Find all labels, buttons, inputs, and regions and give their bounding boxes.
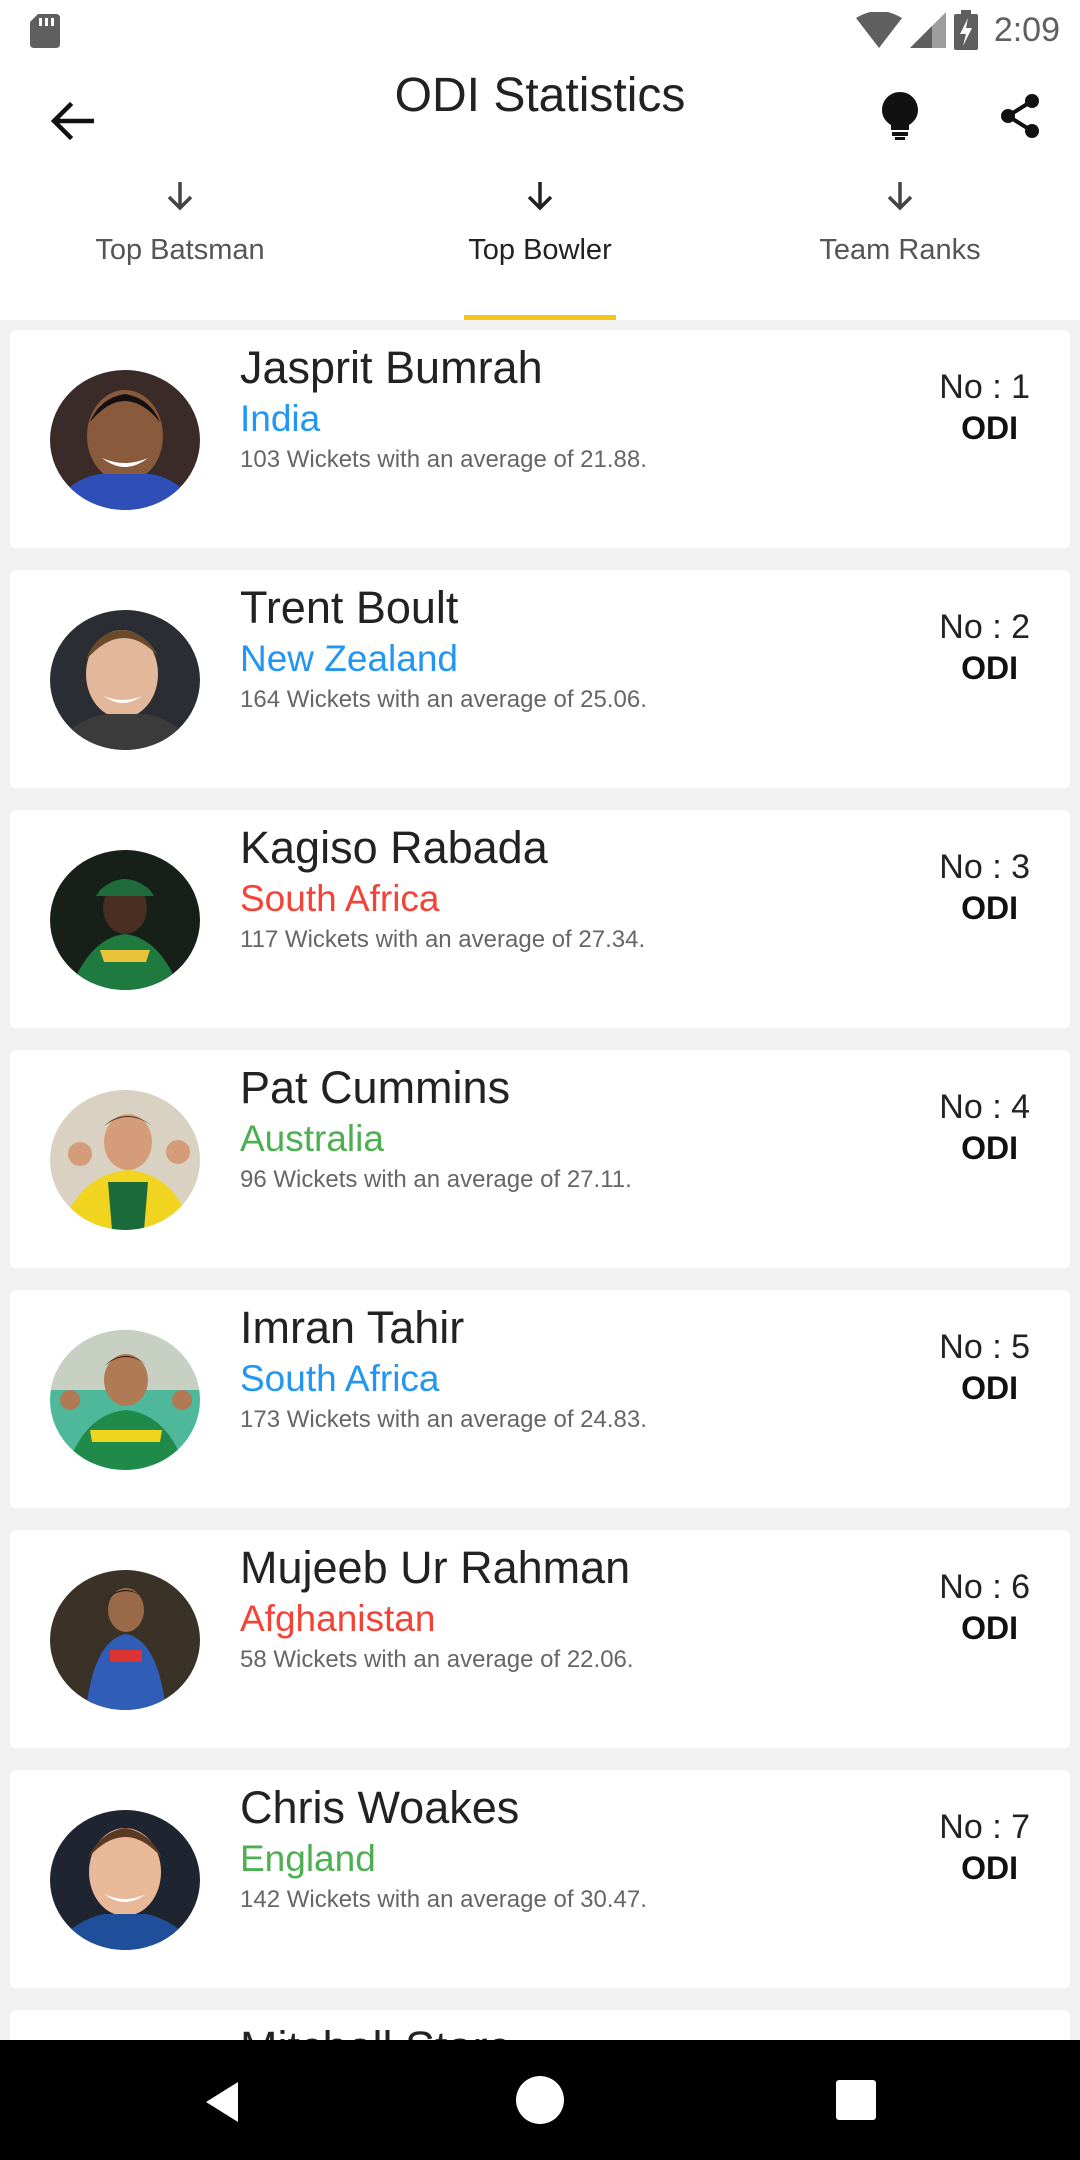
player-avatar — [50, 1810, 200, 1950]
player-name: Jasprit Bumrah — [240, 342, 543, 393]
nav-back-icon[interactable] — [200, 2078, 248, 2126]
rank-number: No : 4 — [939, 1088, 1030, 1126]
share-button[interactable] — [984, 80, 1056, 152]
player-country: South Africa — [240, 878, 440, 919]
player-name: Trent Boult — [240, 582, 459, 633]
player-stats: 96 Wickets with an average of 27.11. — [240, 1166, 632, 1193]
player-avatar — [50, 1330, 200, 1470]
arrow-down-icon — [527, 182, 553, 211]
tab-indicator — [464, 315, 616, 320]
player-country: South Africa — [240, 1358, 440, 1399]
rank-number: No : 1 — [939, 368, 1030, 406]
list-item[interactable]: Trent Boult New Zealand 164 Wickets with… — [10, 570, 1070, 788]
tips-button[interactable] — [864, 80, 936, 152]
player-country: Australia — [240, 1118, 384, 1159]
rank-number: No : 5 — [939, 1328, 1030, 1366]
tab-bar: Top Batsman Top Bowler Team Ranks — [0, 172, 1080, 320]
player-country: India — [240, 398, 321, 439]
player-stats: 142 Wickets with an average of 30.47. — [240, 1886, 647, 1913]
player-country: New Zealand — [240, 638, 459, 679]
list-item[interactable]: Kagiso Rabada South Africa 117 Wickets w… — [10, 810, 1070, 1028]
player-name: Chris Woakes — [240, 1782, 520, 1833]
lightbulb-icon — [882, 92, 918, 140]
player-avatar — [50, 850, 200, 990]
list-item[interactable]: Pat Cummins Australia 96 Wickets with an… — [10, 1050, 1070, 1268]
rank-format: ODI — [961, 410, 1018, 446]
sd-card-icon — [30, 14, 60, 48]
share-icon — [1001, 94, 1039, 138]
nav-recents-icon[interactable] — [836, 2080, 876, 2120]
player-avatar — [50, 370, 200, 510]
player-name: Imran Tahir — [240, 1302, 465, 1353]
wifi-icon — [855, 12, 902, 48]
player-stats: 173 Wickets with an average of 24.83. — [240, 1406, 647, 1433]
player-avatar — [50, 1090, 200, 1230]
tab-indicator — [824, 315, 976, 320]
player-stats: 164 Wickets with an average of 25.06. — [240, 686, 647, 713]
status-bar: 2:09 — [0, 0, 1080, 60]
arrow-down-icon — [887, 182, 913, 211]
player-country: Afghanistan — [240, 1598, 436, 1639]
rank-format: ODI — [961, 890, 1018, 926]
tab-label: Top Bowler — [468, 234, 612, 266]
player-country: England — [240, 1838, 376, 1879]
battery-charging-icon — [953, 10, 978, 50]
nav-home-icon[interactable] — [516, 2076, 564, 2124]
rank-number: No : 7 — [939, 1808, 1030, 1846]
player-name: Mujeeb Ur Rahman — [240, 1542, 631, 1593]
rank-number: No : 3 — [939, 848, 1030, 886]
player-name: Pat Cummins — [240, 1062, 511, 1113]
arrow-down-icon — [167, 182, 193, 211]
player-avatar — [50, 1570, 200, 1710]
player-stats: 58 Wickets with an average of 22.06. — [240, 1646, 634, 1673]
player-stats: 117 Wickets with an average of 27.34. — [240, 926, 646, 953]
rank-format: ODI — [961, 1370, 1018, 1406]
rank-format: ODI — [961, 1850, 1018, 1886]
list-item[interactable]: Mujeeb Ur Rahman Afghanistan 58 Wickets … — [10, 1530, 1070, 1748]
tab-label: Top Batsman — [95, 234, 265, 266]
rank-number: No : 2 — [939, 608, 1030, 646]
tab-label: Team Ranks — [819, 234, 981, 266]
app-bar: ODI Statistics Top Batsman Top Bowler Te… — [0, 60, 1080, 320]
player-avatar — [50, 610, 200, 750]
list-item[interactable]: Jasprit Bumrah India 103 Wickets with an… — [10, 330, 1070, 548]
rank-number: No : 6 — [939, 1568, 1030, 1606]
signal-icon — [909, 12, 946, 48]
rank-format: ODI — [961, 1130, 1018, 1166]
list-item[interactable]: Chris Woakes England 142 Wickets with an… — [10, 1770, 1070, 1988]
rank-format: ODI — [961, 650, 1018, 686]
player-stats: 103 Wickets with an average of 21.88. — [240, 446, 647, 473]
status-time: 2:09 — [993, 10, 1060, 49]
tab-top-batsman[interactable]: Top Batsman — [0, 172, 360, 320]
rank-format: ODI — [961, 1610, 1018, 1646]
tab-team-ranks[interactable]: Team Ranks — [720, 172, 1080, 320]
list-item[interactable]: Imran Tahir South Africa 173 Wickets wit… — [10, 1290, 1070, 1508]
system-nav-bar — [0, 2040, 1080, 2160]
tab-indicator — [104, 315, 256, 320]
player-name: Kagiso Rabada — [240, 822, 548, 873]
tab-top-bowler[interactable]: Top Bowler — [360, 172, 720, 320]
